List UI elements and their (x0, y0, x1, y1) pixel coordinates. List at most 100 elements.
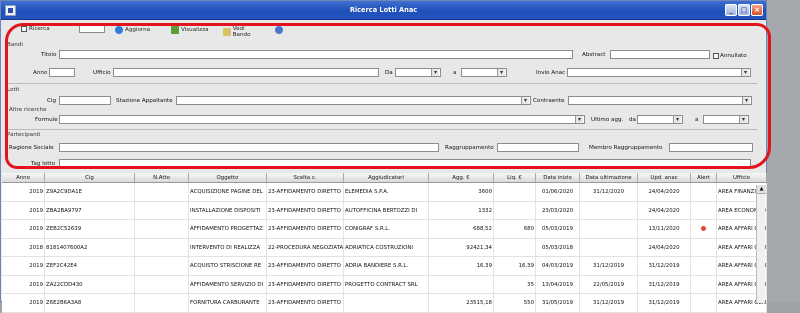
table-cell: 2019 (2, 275, 45, 293)
table-cell: 31/12/2019 (638, 275, 691, 293)
ultimo-da-label: da (629, 117, 636, 123)
results-table: Anno Cig N.Atto Oggetto Scelta c. Aggiudicata… (2, 173, 767, 313)
annullato-checkbox[interactable] (713, 53, 719, 59)
ultimo-a-label: a (695, 117, 699, 123)
table-cell: 550 (494, 294, 536, 312)
aggiorna-button[interactable]: Aggiorna (115, 26, 150, 34)
a-label: a (453, 70, 457, 76)
vedi-bando-button[interactable]: Vedi Bando (223, 26, 263, 38)
titolo-input[interactable] (59, 50, 573, 59)
table-row[interactable]: 2019 ZEF2C42E4 ACQUISTO STRISCIONE RE 23-AF… (2, 257, 767, 276)
ultimo-to-select[interactable] (703, 115, 749, 124)
membro-input[interactable] (669, 143, 753, 152)
formule-label: Formule (35, 117, 58, 123)
table-row[interactable]: 2019 Z9A2C9DA1E ACQUISIZIONE PAGINE DEL 23-… (2, 183, 767, 202)
da-label: Da (385, 70, 393, 76)
cig-input[interactable] (59, 96, 111, 105)
membro-label: Membro Raggruppamento (589, 145, 663, 151)
table-cell: INTERVENTO DI REALIZZA (189, 238, 267, 256)
mode-toggle[interactable]: Ricerca (21, 26, 50, 32)
column-header[interactable]: Scelta c. (267, 173, 344, 182)
column-header[interactable]: Cig (45, 173, 135, 182)
table-cell (135, 238, 189, 256)
table-cell: AFFIDAMENTO SERVIZIO DI (189, 275, 267, 293)
ragione-input[interactable] (59, 143, 439, 152)
titolo-label: Titolo (41, 52, 57, 58)
table-cell: 23/03/2020 (536, 201, 580, 219)
stazione-select[interactable] (176, 96, 531, 105)
refresh-icon (115, 26, 123, 34)
document-icon (223, 28, 231, 36)
search-window: Ricerca Lotti Anac _ □ × Ricerca Aggiorn… (0, 0, 767, 313)
view-icon (171, 26, 179, 34)
table-cell: 23-AFFIDAMENTO DIRETTO (267, 294, 344, 312)
minimize-button[interactable]: _ (725, 4, 737, 16)
ultimo-from-select[interactable] (637, 115, 683, 124)
table-row[interactable]: 2018 8181407600A2 INTERVENTO DI REALIZZA 22… (2, 238, 767, 257)
mode-label: Ricerca (29, 26, 50, 32)
table-cell (344, 294, 429, 312)
help-button[interactable] (275, 26, 283, 34)
table-cell: ACQUISIZIONE PAGINE DEL (189, 183, 267, 201)
visualizza-button[interactable]: Visualizza (171, 26, 209, 34)
table-cell: 31/12/2020 (580, 183, 638, 201)
table-cell: 05/03/2018 (536, 238, 580, 256)
column-header[interactable]: Data ultimazione (580, 173, 638, 182)
abstract-input[interactable] (610, 50, 710, 59)
table-cell: ZEF2C42E4 (45, 257, 135, 275)
column-header[interactable]: Liq. € (494, 173, 536, 182)
table-cell: 2019 (2, 220, 45, 238)
tag-input[interactable] (59, 159, 751, 168)
contraente-select[interactable] (568, 96, 752, 105)
anno-input[interactable] (49, 68, 75, 77)
table-cell: 31/12/2019 (580, 257, 638, 275)
bandi-section-label: Bandi (7, 42, 23, 48)
date-to-select[interactable] (461, 68, 507, 77)
ufficio-input[interactable] (113, 68, 379, 77)
column-header[interactable]: Data inizio (536, 173, 580, 182)
table-cell: ADRIA BANDIERE S.R.L. (344, 257, 429, 275)
column-header[interactable]: Aggiudicatari (344, 173, 429, 182)
table-row[interactable]: 2019 ZEB2C52639 AFFIDAMENTO PROGETTAZ 23-AF… (2, 220, 767, 239)
mode-checkbox[interactable] (21, 26, 27, 32)
date-from-select[interactable] (395, 68, 441, 77)
contraente-label: Contraente (533, 98, 565, 104)
help-icon (275, 26, 283, 34)
table-cell: FORNITURA CARBURANTE (189, 294, 267, 312)
column-header[interactable]: Anno (2, 173, 45, 182)
column-header[interactable]: Agg. € (429, 173, 494, 182)
window-title: Ricerca Lotti Anac (349, 6, 418, 14)
table-row[interactable]: 2019 Z6E2B6A3A8 FORNITURA CARBURANTE 23-AFF… (2, 294, 767, 313)
table-cell: ADRIATICA COSTRUZIONI (344, 238, 429, 256)
table-cell (429, 275, 494, 293)
column-header[interactable]: Alert (691, 173, 717, 182)
table-cell (135, 201, 189, 219)
mode-input[interactable] (79, 25, 105, 33)
maximize-button[interactable]: □ (738, 4, 750, 16)
column-header[interactable]: Upd. anac (638, 173, 691, 182)
table-cell: INSTALLAZIONE DISPOSITI (189, 201, 267, 219)
table-cell: 2018 (2, 238, 45, 256)
lotti-section-label: Lotti (7, 87, 20, 93)
table-row[interactable]: 2019 ZBA2BA9797 INSTALLAZIONE DISPOSITI 23-… (2, 201, 767, 220)
table-row[interactable]: 2019 ZA22CDD430 AFFIDAMENTO SERVIZIO DI 23-… (2, 275, 767, 294)
formule-select[interactable] (59, 115, 585, 124)
raggruppamento-input[interactable] (497, 143, 579, 152)
annullato-option[interactable]: Annullato (713, 53, 747, 59)
table-cell: 92421,34 (429, 238, 494, 256)
alert-dot-icon (701, 226, 706, 231)
table-cell: 24/04/2020 (638, 183, 691, 201)
scroll-up-arrow[interactable]: ▲ (757, 185, 766, 194)
table-cell: 24/04/2020 (638, 238, 691, 256)
column-header[interactable]: Ufficio (717, 173, 767, 182)
close-button[interactable]: × (751, 4, 763, 16)
table-cell (494, 183, 536, 201)
table-scrollbar[interactable]: ▲ (756, 185, 766, 303)
table-header: Anno Cig N.Atto Oggetto Scelta c. Aggiudicata… (2, 173, 767, 183)
column-header[interactable]: Oggetto (189, 173, 267, 182)
table-cell: PROGETTO CONTRACT SRL (344, 275, 429, 293)
column-header[interactable]: N.Atto (135, 173, 189, 182)
table-cell: 05/03/2019 (536, 220, 580, 238)
invio-anac-select[interactable] (567, 68, 751, 77)
table-cell: 23-AFFIDAMENTO DIRETTO (267, 275, 344, 293)
